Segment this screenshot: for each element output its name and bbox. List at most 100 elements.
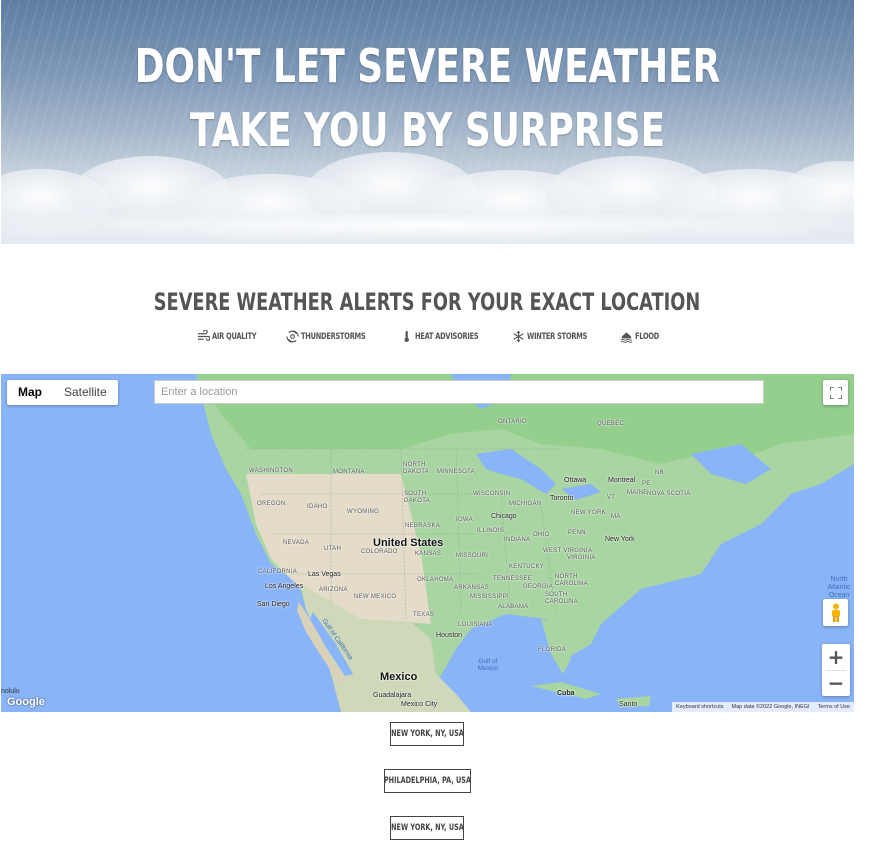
location-button[interactable]: PHILADELPHIA, PA, USA bbox=[384, 769, 471, 793]
google-logo: Google bbox=[7, 696, 45, 708]
map-label: GEORGIA bbox=[523, 584, 554, 590]
weather-map[interactable]: ONTARIO QUEBEC WASHINGTON MONTANA NORTH … bbox=[1, 374, 854, 712]
map-label: NEVADA bbox=[283, 540, 310, 546]
pegman-icon bbox=[831, 603, 840, 622]
map-label: COLORADO bbox=[361, 549, 398, 555]
keyboard-shortcuts-link[interactable]: Keyboard shortcuts bbox=[676, 702, 723, 712]
map-label: CALIFORNIA bbox=[258, 569, 298, 575]
map-label: New York bbox=[605, 536, 635, 543]
map-label: INDIANA bbox=[504, 537, 531, 543]
map-label: QUEBEC bbox=[597, 421, 625, 427]
location-button[interactable]: NEW YORK, NY, USA bbox=[390, 816, 464, 840]
map-label: NEW YORK bbox=[571, 510, 606, 516]
street-view-button[interactable] bbox=[823, 599, 848, 626]
map-label: OREGON bbox=[257, 501, 286, 507]
map-label: Mexico City bbox=[401, 701, 438, 708]
map-label: Chicago bbox=[491, 513, 517, 520]
map-label: MICHIGAN bbox=[509, 501, 542, 507]
map-label: Toronto bbox=[550, 495, 574, 502]
fullscreen-icon bbox=[829, 386, 842, 399]
map-label: NEW MEXICO bbox=[354, 594, 397, 600]
hero-banner: DON'T LET SEVERE WEATHER TAKE YOU BY SUR… bbox=[1, 0, 854, 244]
map-label: Montreal bbox=[608, 477, 636, 484]
map-label: KANSAS bbox=[415, 551, 442, 557]
map-label: United States bbox=[373, 537, 444, 549]
map-label: IOWA bbox=[456, 517, 473, 523]
map-label: North Atlantic Ocean bbox=[827, 576, 851, 599]
map-label: Las Vegas bbox=[308, 571, 341, 578]
map-label: ALABAMA bbox=[498, 604, 529, 610]
category-label: HEAT ADVISORIES bbox=[414, 331, 479, 342]
location-label: PHILADELPHIA, PA, USA bbox=[383, 776, 472, 786]
hurricane-icon bbox=[286, 330, 299, 343]
map-label: Los Angeles bbox=[265, 583, 304, 590]
hero-headline: DON'T LET SEVERE WEATHER TAKE YOU BY SUR… bbox=[134, 39, 721, 157]
location-search-input[interactable] bbox=[154, 380, 764, 404]
map-label: SOUTH CAROLINA bbox=[545, 592, 579, 605]
category-label: THUNDERSTORMS bbox=[301, 331, 366, 342]
map-label: MINNESOTA bbox=[437, 469, 475, 475]
map-type-map-button[interactable]: Map bbox=[7, 380, 53, 405]
map-label: FLORIDA bbox=[538, 647, 567, 653]
map-label: KENTUCKY bbox=[509, 564, 545, 570]
zoom-in-button[interactable]: + bbox=[822, 644, 850, 670]
category-air-quality: AIR QUALITY bbox=[197, 330, 258, 343]
map-label: Guadalajara bbox=[373, 692, 412, 699]
fullscreen-button[interactable] bbox=[823, 380, 848, 405]
map-label: NORTH DAKOTA bbox=[403, 462, 430, 475]
map-label: PENN bbox=[568, 530, 586, 536]
map-label: OKLAHOMA bbox=[417, 577, 454, 583]
map-label: Cuba bbox=[557, 690, 575, 697]
map-label: Ottawa bbox=[564, 477, 587, 484]
map-type-satellite-button[interactable]: Satellite bbox=[53, 380, 118, 405]
location-label: NEW YORK, NY, USA bbox=[390, 823, 464, 833]
map-label: VT bbox=[607, 495, 616, 501]
map-label: LOUISIANA bbox=[458, 622, 493, 628]
location-label: NEW YORK, NY, USA bbox=[390, 729, 464, 739]
map-attribution: Keyboard shortcuts Map data ©2022 Google… bbox=[672, 702, 854, 712]
category-label: WINTER STORMS bbox=[527, 331, 588, 342]
map-label: MAINE bbox=[627, 490, 648, 496]
map-label: UTAH bbox=[324, 546, 342, 552]
terms-of-use-link[interactable]: Terms of Use bbox=[818, 702, 850, 712]
map-label: ONTARIO bbox=[498, 419, 527, 425]
map-label: Mexico bbox=[380, 671, 418, 683]
location-button[interactable]: NEW YORK, NY, USA bbox=[390, 722, 464, 746]
map-label: OHIO bbox=[533, 532, 550, 538]
map-label: MISSISSIPPI bbox=[470, 594, 509, 600]
category-flood: FLOOD bbox=[620, 330, 660, 343]
map-label: MONTANA bbox=[333, 469, 365, 475]
category-winter-storms: WINTER STORMS bbox=[512, 330, 592, 343]
alerts-section-title: SEVERE WEATHER ALERTS FOR YOUR EXACT LOC… bbox=[153, 288, 701, 316]
map-label: SOUTH DAKOTA bbox=[404, 491, 431, 504]
wind-icon bbox=[198, 330, 211, 341]
category-label: AIR QUALITY bbox=[212, 331, 257, 342]
map-label: IDAHO bbox=[307, 504, 328, 510]
category-heat-advisories: HEAT ADVISORIES bbox=[400, 330, 484, 343]
map-label: PE bbox=[642, 481, 651, 487]
snowflake-icon bbox=[513, 330, 524, 343]
map-label: NOVA SCOTIA bbox=[647, 491, 691, 497]
map-label: Houston bbox=[436, 632, 463, 639]
map-label: NB bbox=[655, 470, 664, 476]
alert-category-list: AIR QUALITY THUNDERSTORMS HEAT ADVISORIE… bbox=[0, 330, 854, 343]
map-label: TENNESSEE bbox=[493, 576, 533, 582]
map-label: NEBRASKA bbox=[405, 523, 441, 529]
map-label: NORTH CAROLINA bbox=[555, 574, 589, 587]
map-label: WISCONSIN bbox=[473, 491, 511, 497]
map-label: San Diego bbox=[257, 601, 290, 608]
map-type-control: Map Satellite bbox=[7, 380, 118, 405]
zoom-out-button[interactable]: − bbox=[822, 671, 850, 697]
map-label: TEXAS bbox=[413, 612, 435, 618]
map-label: MISSOURI bbox=[456, 553, 489, 559]
map-label: ARKANSAS bbox=[454, 585, 490, 591]
map-label: WYOMING bbox=[347, 509, 380, 515]
flood-house-icon bbox=[621, 332, 633, 343]
map-edge-label: nolulu bbox=[1, 688, 20, 695]
thermometer-icon bbox=[404, 330, 409, 342]
map-label: Gulf of Mexico bbox=[477, 658, 499, 672]
map-label: VIRGINIA bbox=[567, 555, 596, 561]
map-label: ARIZONA bbox=[319, 587, 348, 593]
map-data-credit: Map data ©2022 Google, INEGI bbox=[731, 704, 810, 710]
map-label: MA bbox=[611, 514, 621, 520]
